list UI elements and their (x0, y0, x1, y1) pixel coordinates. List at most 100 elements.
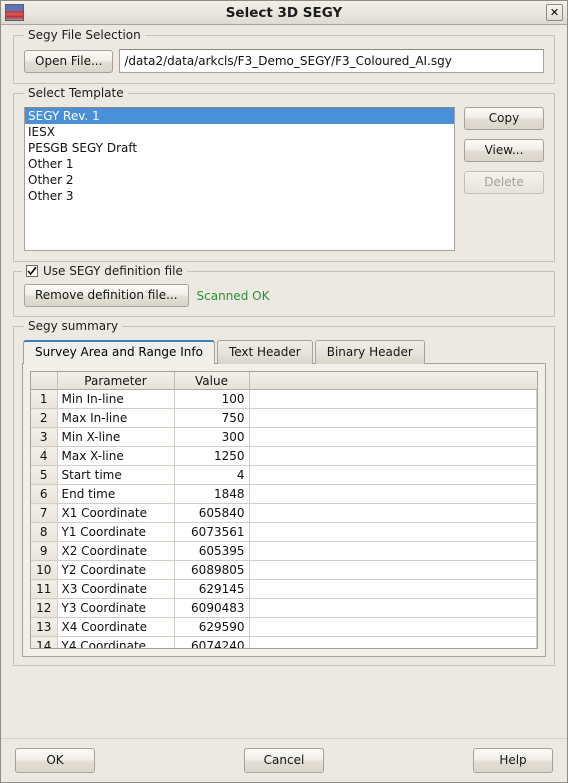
segy-file-selection-title: Segy File Selection (24, 28, 145, 42)
table-row[interactable]: 6 End time 1848 (31, 484, 537, 504)
cell-parameter: Max X-line (57, 446, 175, 466)
cell-parameter: Min In-line (57, 389, 175, 409)
cell-parameter: Start time (57, 465, 175, 485)
select-template-title: Select Template (24, 86, 128, 100)
use-segy-definition-checkbox[interactable] (26, 265, 38, 277)
table-row[interactable]: 3 Min X-line 300 (31, 427, 537, 447)
row-number: 9 (31, 541, 58, 561)
cell-value: 100 (174, 389, 250, 409)
select-template-group: Select Template SEGY Rev. 1 IESX PESGB S… (13, 86, 555, 262)
cell-filler (249, 389, 537, 409)
close-icon[interactable]: ✕ (546, 4, 563, 21)
tab-binary-header[interactable]: Binary Header (314, 340, 425, 364)
list-item[interactable]: Other 1 (25, 156, 454, 172)
cell-value: 629145 (174, 579, 250, 599)
segy-summary-title: Segy summary (24, 319, 123, 333)
table-row[interactable]: 8 Y1 Coordinate 6073561 (31, 522, 537, 542)
cell-filler (249, 503, 537, 523)
table-row[interactable]: 9 X2 Coordinate 605395 (31, 541, 537, 561)
remove-definition-file-button[interactable]: Remove definition file... (24, 284, 189, 307)
template-row: SEGY Rev. 1 IESX PESGB SEGY Draft Other … (24, 107, 544, 251)
cell-filler (249, 522, 537, 542)
cell-parameter: End time (57, 484, 175, 504)
cell-parameter: Y4 Coordinate (57, 636, 175, 648)
use-segy-definition-label: Use SEGY definition file (43, 264, 183, 278)
template-listbox[interactable]: SEGY Rev. 1 IESX PESGB SEGY Draft Other … (24, 107, 455, 251)
cell-value: 750 (174, 408, 250, 428)
table-row[interactable]: 14 Y4 Coordinate 6074240 (31, 636, 537, 648)
tab-text-header[interactable]: Text Header (216, 340, 313, 364)
row-number: 10 (31, 560, 58, 580)
cell-filler (249, 427, 537, 447)
row-number: 11 (31, 579, 58, 599)
row-number: 14 (31, 636, 58, 648)
table-row[interactable]: 7 X1 Coordinate 605840 (31, 503, 537, 523)
dialog-content: Segy File Selection Open File... Select … (1, 25, 567, 666)
row-number: 1 (31, 389, 58, 409)
file-path-input[interactable] (119, 49, 544, 73)
table-row[interactable]: 10 Y2 Coordinate 6089805 (31, 560, 537, 580)
summary-tabstrip: Survey Area and Range Info Text Header B… (22, 340, 546, 364)
table-row[interactable]: 2 Max In-line 750 (31, 408, 537, 428)
table-row[interactable]: 13 X4 Coordinate 629590 (31, 617, 537, 637)
open-file-button[interactable]: Open File... (24, 49, 114, 73)
segy-file-selection-group: Segy File Selection Open File... (13, 28, 555, 84)
tab-survey-area-and-range-info[interactable]: Survey Area and Range Info (23, 340, 215, 364)
view-template-button[interactable]: View... (464, 139, 544, 162)
column-header-parameter: Parameter (57, 372, 175, 390)
row-number: 3 (31, 427, 58, 447)
list-item[interactable]: IESX (25, 124, 454, 140)
help-button[interactable]: Help (473, 748, 553, 773)
column-header-rownum (31, 372, 58, 390)
table-row[interactable]: 4 Max X-line 1250 (31, 446, 537, 466)
list-item[interactable]: SEGY Rev. 1 (25, 108, 454, 124)
ok-button[interactable]: OK (15, 748, 95, 773)
table-row[interactable]: 12 Y3 Coordinate 6090483 (31, 598, 537, 618)
cancel-button[interactable]: Cancel (244, 748, 324, 773)
table-row[interactable]: 5 Start time 4 (31, 465, 537, 485)
summary-table-container[interactable]: Parameter Value 1 Min In-line 100 2 Max … (30, 371, 538, 649)
summary-table: Parameter Value 1 Min In-line 100 2 Max … (31, 372, 537, 648)
cell-filler (249, 541, 537, 561)
column-header-value: Value (174, 372, 250, 390)
dialog-footer: OK Cancel Help (1, 738, 567, 782)
cell-parameter: Y1 Coordinate (57, 522, 175, 542)
summary-table-body: 1 Min In-line 100 2 Max In-line 750 3 Mi… (31, 389, 537, 648)
table-header-row: Parameter Value (31, 372, 537, 390)
cell-parameter: Y3 Coordinate (57, 598, 175, 618)
cell-value: 4 (174, 465, 250, 485)
row-number: 13 (31, 617, 58, 637)
delete-template-button: Delete (464, 171, 544, 194)
list-item[interactable]: Other 3 (25, 188, 454, 204)
summary-tabpanel: Parameter Value 1 Min In-line 100 2 Max … (22, 363, 546, 657)
cell-value: 6090483 (174, 598, 250, 618)
row-number: 7 (31, 503, 58, 523)
list-item[interactable]: PESGB SEGY Draft (25, 140, 454, 156)
window-title: Select 3D SEGY (225, 4, 343, 21)
cell-parameter: X3 Coordinate (57, 579, 175, 599)
cell-value: 6074240 (174, 636, 250, 648)
table-row[interactable]: 11 X3 Coordinate 629145 (31, 579, 537, 599)
cell-filler (249, 636, 537, 648)
template-buttons: Copy View... Delete (464, 107, 544, 194)
cell-filler (249, 560, 537, 580)
help-slot: Help (473, 748, 553, 773)
scan-status-text: Scanned OK (196, 288, 270, 303)
cell-value: 1250 (174, 446, 250, 466)
cell-parameter: Min X-line (57, 427, 175, 447)
cell-filler (249, 408, 537, 428)
cell-value: 1848 (174, 484, 250, 504)
segy-definition-title: Use SEGY definition file (22, 264, 187, 278)
title-bar: Select 3D SEGY ✕ (1, 1, 567, 25)
row-number: 5 (31, 465, 58, 485)
cell-parameter: Max In-line (57, 408, 175, 428)
row-number: 2 (31, 408, 58, 428)
ok-slot: OK (15, 748, 95, 773)
table-row[interactable]: 1 Min In-line 100 (31, 389, 537, 409)
list-item[interactable]: Other 2 (25, 172, 454, 188)
copy-template-button[interactable]: Copy (464, 107, 544, 130)
select-3d-segy-dialog: Select 3D SEGY ✕ Segy File Selection Ope… (0, 0, 568, 783)
cell-value: 6073561 (174, 522, 250, 542)
cell-filler (249, 465, 537, 485)
column-header-filler (249, 372, 537, 390)
